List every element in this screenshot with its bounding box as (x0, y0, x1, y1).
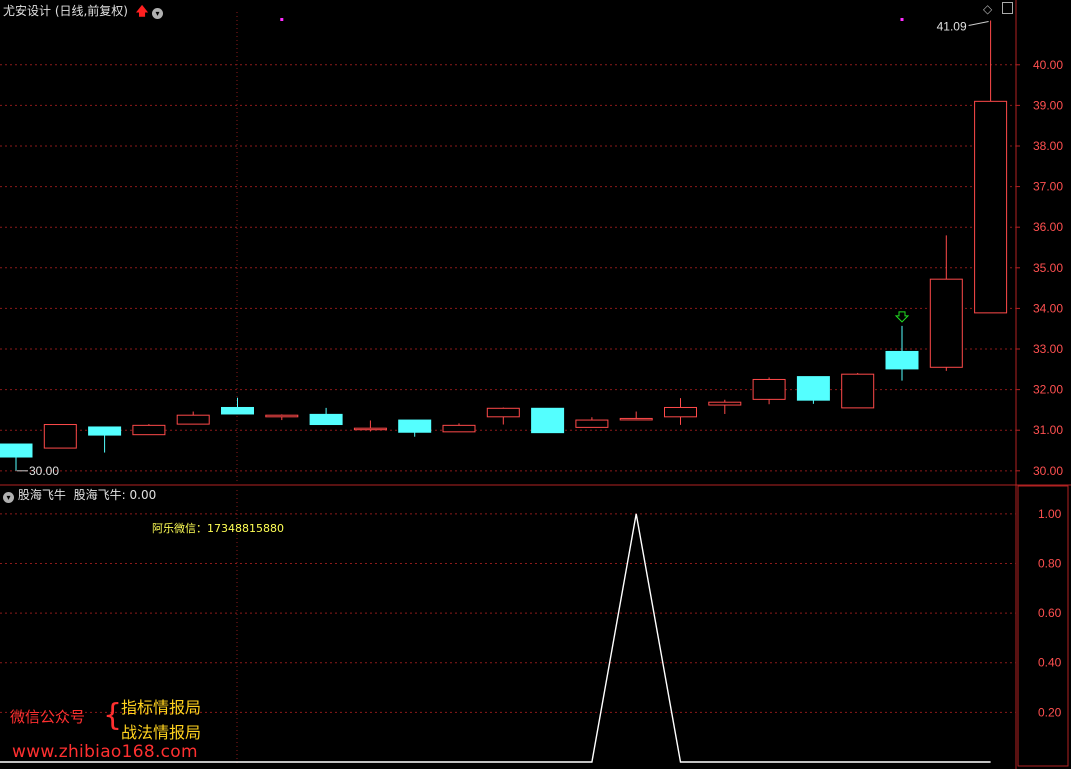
candle-body (531, 407, 565, 434)
panel-toggle-icon[interactable] (1002, 2, 1014, 14)
candle (664, 398, 697, 425)
signal-dot (280, 18, 284, 21)
candle (309, 407, 343, 426)
stock-chart[interactable]: 30.00 31.00 32.00 33.00 34.00 35.00 36.00 37.00… (0, 0, 1071, 769)
candle-body (88, 426, 122, 436)
top-right-icons: ◇ (983, 2, 1014, 16)
indicator-axis-frame (1017, 485, 1069, 767)
candle-body (575, 419, 609, 428)
candle-body (309, 413, 343, 426)
watermark-url[interactable]: www.zhibiao168.com (12, 742, 198, 762)
candle-body (43, 424, 77, 449)
candle (929, 235, 963, 371)
candle (442, 423, 476, 433)
candle-body (176, 414, 210, 425)
max-price-label: 41.09 (937, 20, 967, 34)
max-price-pointer (968, 21, 989, 27)
candle-body (398, 419, 432, 433)
candle-body (442, 424, 476, 433)
watermark-line2: 战法情报局 (121, 723, 202, 742)
candle (265, 414, 299, 421)
candle (398, 419, 432, 437)
price-tick-label: 38.00 (1033, 139, 1063, 153)
candle (0, 443, 33, 471)
candle-body (708, 401, 742, 406)
candle-body (664, 406, 697, 418)
candle-body (486, 407, 520, 418)
candle-body (974, 100, 1008, 314)
candle (88, 426, 122, 453)
candle-body (265, 414, 299, 418)
green-down-arrow-icon (894, 311, 910, 323)
candle (575, 417, 609, 428)
candle (132, 424, 166, 436)
price-tick-label: 40.00 (1033, 58, 1063, 72)
price-tick-label: 37.00 (1033, 180, 1063, 194)
diamond-icon[interactable]: ◇ (983, 2, 992, 16)
brace-icon: { (103, 698, 123, 733)
candle (176, 411, 210, 425)
price-tick-label: 33.00 (1033, 342, 1063, 356)
watermark-line1: 指标情报局 (121, 698, 202, 717)
candle (43, 424, 77, 449)
chevron-down-icon[interactable]: ▾ (152, 8, 163, 19)
price-tick-label: 39.00 (1033, 98, 1063, 112)
candle (752, 377, 786, 405)
price-tick-label: 35.00 (1033, 261, 1063, 275)
indicator-tick-label: 0.20 (1038, 705, 1062, 719)
candle (841, 372, 875, 409)
candle (708, 399, 742, 414)
indicator-tick-label: 0.40 (1038, 656, 1062, 670)
candle-body (132, 424, 166, 436)
chart-title: 尤安设计 (日线,前复权) (3, 4, 128, 18)
indicator-tick-label: 1.00 (1038, 507, 1062, 521)
candle-body (752, 378, 786, 400)
candle-body (619, 417, 653, 421)
indicator-value: 股海飞牛: 0.00 (73, 488, 157, 502)
candle-body (885, 350, 919, 370)
chevron-down-icon[interactable]: ▾ (3, 492, 14, 503)
candle-body (929, 278, 963, 368)
candle-body (0, 443, 33, 458)
candle (353, 420, 387, 432)
candle-body (221, 406, 254, 415)
candle (486, 407, 520, 425)
indicator-panel-header: ▾ 股海飞牛 股海飞牛: 0.00 (3, 486, 156, 503)
candle (885, 325, 919, 381)
red-up-arrow-icon: 🡅 (135, 4, 149, 18)
price-tick-label: 34.00 (1033, 301, 1063, 315)
indicator-title: 股海飞牛 (17, 488, 66, 502)
candle (531, 407, 565, 434)
main-panel-header: 尤安设计 (日线,前复权) 🡅 ▾ (3, 2, 163, 23)
price-tick-label: 30.00 (1033, 464, 1063, 478)
price-tick-label: 36.00 (1033, 220, 1063, 234)
candle-body (796, 376, 830, 401)
price-tick-label: 32.00 (1033, 383, 1063, 397)
candle (619, 411, 653, 421)
indicator-tick-label: 0.60 (1038, 606, 1062, 620)
candle (221, 397, 254, 415)
contact-note: 阿乐微信：17348815880 (152, 522, 284, 535)
candle (796, 376, 830, 404)
min-price-label: 30.00 (29, 464, 59, 478)
price-tick-label: 31.00 (1033, 423, 1063, 437)
watermark-label: 微信公众号 (10, 708, 86, 726)
indicator-tick-label: 0.80 (1038, 556, 1062, 570)
signal-dot (900, 18, 904, 21)
candle-body (841, 373, 875, 409)
candle-body (353, 427, 387, 431)
